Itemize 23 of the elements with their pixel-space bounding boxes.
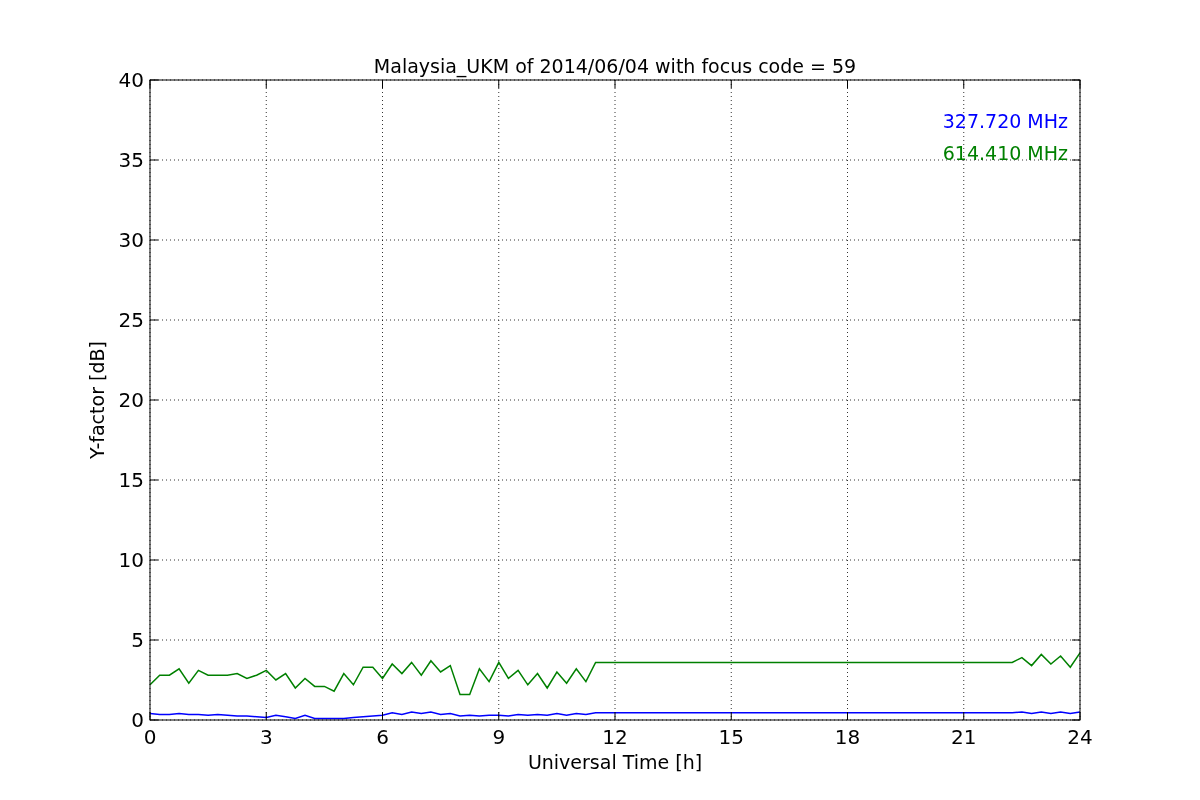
x-tick-label: 9 (492, 725, 506, 749)
y-tick-label: 15 (118, 468, 144, 492)
y-tick-label: 35 (118, 148, 144, 172)
legend-label: 327.720 MHz (942, 110, 1068, 132)
x-tick-label: 6 (376, 725, 389, 749)
legend-label: 614.410 MHz (942, 142, 1068, 164)
x-tick-label: 3 (259, 725, 273, 749)
x-tick-label: 15 (718, 725, 744, 749)
y-tick-label: 40 (118, 68, 144, 92)
y-tick-label: 20 (118, 388, 144, 412)
x-tick-label: 0 (143, 725, 157, 749)
y-tick-label: 25 (118, 308, 144, 332)
chart-title: Malaysia_UKM of 2014/06/04 with focus code = 59 (373, 55, 857, 77)
x-tick-label: 12 (602, 725, 628, 749)
x-tick-label: 21 (951, 725, 977, 749)
y-tick-label: 30 (118, 228, 144, 252)
x-axis-label: Universal Time [h] (527, 751, 703, 773)
y-tick-label: 10 (118, 548, 144, 572)
y-tick-label: 0 (131, 708, 144, 732)
y-axis-label: Y-factor [dB] (86, 341, 108, 459)
y-tick-label: 5 (131, 628, 144, 652)
x-tick-label: 24 (1067, 725, 1093, 749)
x-tick-label: 18 (834, 725, 861, 749)
